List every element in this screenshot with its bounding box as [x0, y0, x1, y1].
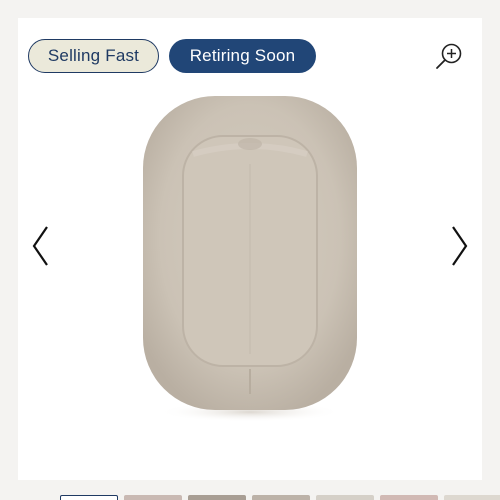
thumbnail-6[interactable]: [380, 495, 438, 500]
thumbnail-3[interactable]: [188, 495, 246, 500]
thumbnail-2[interactable]: [124, 495, 182, 500]
product-image-lounger: [139, 94, 361, 424]
cropped-description-text: [0, 0, 500, 10]
selling-fast-badge: Selling Fast: [28, 39, 159, 73]
product-image-gallery: Selling Fast Retiring Soon: [18, 18, 482, 480]
zoom-in-icon[interactable]: [434, 42, 464, 72]
thumbnail-7[interactable]: [444, 495, 500, 500]
chevron-left-icon[interactable]: [30, 224, 52, 268]
chevron-right-icon[interactable]: [448, 224, 470, 268]
thumbnail-5[interactable]: [316, 495, 374, 500]
thumbnail-4[interactable]: [252, 495, 310, 500]
thumbnail-strip: [0, 490, 500, 500]
thumbnail-1[interactable]: [60, 495, 118, 500]
retiring-soon-badge: Retiring Soon: [169, 39, 316, 73]
